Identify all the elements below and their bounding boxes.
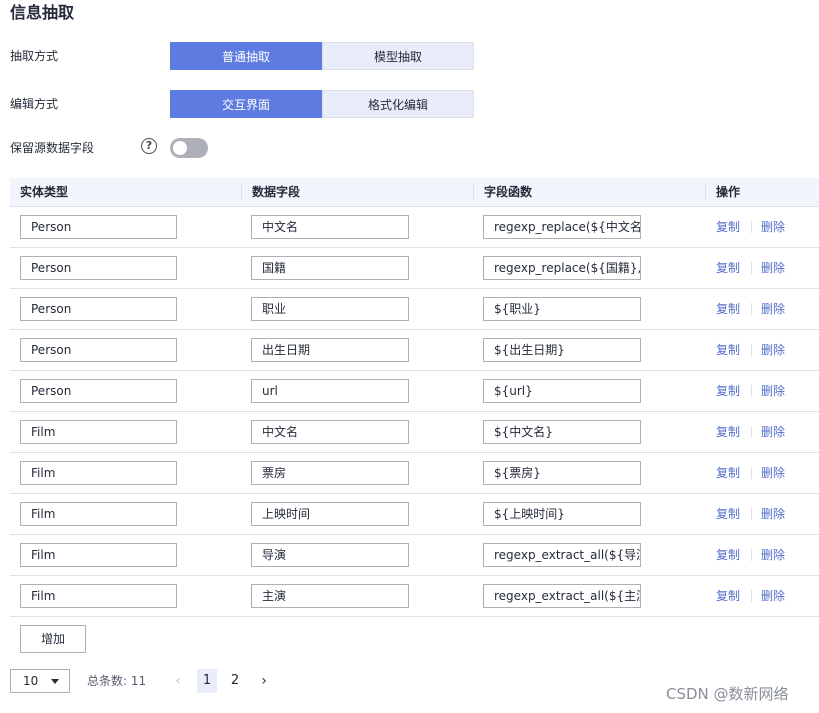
table-row: Person 出生日期 ${出生日期} 复制 删除 xyxy=(10,330,819,371)
action-divider xyxy=(751,590,752,602)
entity-type-input[interactable]: Film xyxy=(20,420,177,444)
entity-type-input[interactable]: Film xyxy=(20,584,177,608)
table-row: Film 中文名 ${中文名} 复制 删除 xyxy=(10,412,819,453)
table-row: Person url ${url} 复制 删除 xyxy=(10,371,819,412)
data-field-input[interactable]: 中文名 xyxy=(251,215,409,239)
copy-link[interactable]: 复制 xyxy=(716,424,740,440)
extract-mode-segmented: 普通抽取 模型抽取 xyxy=(170,42,474,70)
data-field-input[interactable]: 主演 xyxy=(251,584,409,608)
data-field-input[interactable]: 国籍 xyxy=(251,256,409,280)
field-function-input[interactable]: ${上映时间} xyxy=(483,502,641,526)
table-row: Film 上映时间 ${上映时间} 复制 删除 xyxy=(10,494,819,535)
copy-link[interactable]: 复制 xyxy=(716,383,740,399)
page-2-button[interactable]: 2 xyxy=(225,669,245,693)
data-field-input[interactable]: 出生日期 xyxy=(251,338,409,362)
delete-link[interactable]: 删除 xyxy=(761,547,785,563)
keep-source-toggle[interactable] xyxy=(170,138,208,158)
extract-mode-label: 抽取方式 xyxy=(10,49,59,63)
chevron-right-icon[interactable]: › xyxy=(254,669,274,693)
field-function-input[interactable]: regexp_extract_all(${主演 xyxy=(483,584,641,608)
table-row: Film 票房 ${票房} 复制 删除 xyxy=(10,453,819,494)
table-row: Person 国籍 regexp_replace(${国籍}, ' 复制 删除 xyxy=(10,248,819,289)
action-divider xyxy=(751,508,752,520)
entity-type-input[interactable]: Person xyxy=(20,215,177,239)
extract-mode-normal-button[interactable]: 普通抽取 xyxy=(170,42,322,70)
delete-link[interactable]: 删除 xyxy=(761,301,785,317)
edit-mode-interactive-button[interactable]: 交互界面 xyxy=(170,90,322,118)
action-divider xyxy=(751,426,752,438)
copy-link[interactable]: 复制 xyxy=(716,260,740,276)
copy-link[interactable]: 复制 xyxy=(716,588,740,604)
data-field-input[interactable]: 中文名 xyxy=(251,420,409,444)
edit-mode-segmented: 交互界面 格式化编辑 xyxy=(170,90,474,118)
field-function-input[interactable]: ${url} xyxy=(483,379,641,403)
field-function-input[interactable]: regexp_extract_all(${导演 xyxy=(483,543,641,567)
delete-link[interactable]: 删除 xyxy=(761,383,785,399)
watermark: CSDN @数新网络 xyxy=(666,685,789,703)
page-title: 信息抽取 xyxy=(10,3,75,22)
copy-link[interactable]: 复制 xyxy=(716,506,740,522)
data-field-input[interactable]: 票房 xyxy=(251,461,409,485)
header-actions: 操作 xyxy=(716,185,741,199)
table-row: Film 导演 regexp_extract_all(${导演 复制 删除 xyxy=(10,535,819,576)
copy-link[interactable]: 复制 xyxy=(716,301,740,317)
action-divider xyxy=(751,303,752,315)
entity-type-input[interactable]: Person xyxy=(20,338,177,362)
copy-link[interactable]: 复制 xyxy=(716,342,740,358)
page-size-value: 10 xyxy=(23,674,39,688)
entity-type-input[interactable]: Film xyxy=(20,461,177,485)
action-divider xyxy=(751,467,752,479)
entity-type-input[interactable]: Film xyxy=(20,543,177,567)
delete-link[interactable]: 删除 xyxy=(761,465,785,481)
action-divider xyxy=(751,262,752,274)
copy-link[interactable]: 复制 xyxy=(716,547,740,563)
extract-mode-model-button[interactable]: 模型抽取 xyxy=(322,42,474,70)
question-circle-icon[interactable]: ? xyxy=(141,138,157,154)
action-divider xyxy=(751,549,752,561)
copy-link[interactable]: 复制 xyxy=(716,219,740,235)
entity-type-input[interactable]: Film xyxy=(20,502,177,526)
delete-link[interactable]: 删除 xyxy=(761,219,785,235)
caret-down-icon xyxy=(51,679,59,684)
field-function-input[interactable]: regexp_replace(${国籍}, ' xyxy=(483,256,641,280)
delete-link[interactable]: 删除 xyxy=(761,424,785,440)
table-row: Film 主演 regexp_extract_all(${主演 复制 删除 xyxy=(10,576,819,617)
keep-source-label: 保留源数据字段 xyxy=(10,141,95,155)
header-entity-type: 实体类型 xyxy=(20,185,69,199)
delete-link[interactable]: 删除 xyxy=(761,588,785,604)
delete-link[interactable]: 删除 xyxy=(761,506,785,522)
field-function-input[interactable]: ${中文名} xyxy=(483,420,641,444)
field-function-input[interactable]: regexp_replace(${中文名}, xyxy=(483,215,641,239)
page-size-select[interactable]: 10 xyxy=(10,669,70,693)
data-field-input[interactable]: 职业 xyxy=(251,297,409,321)
toggle-knob xyxy=(173,141,187,155)
entity-type-input[interactable]: Person xyxy=(20,297,177,321)
data-field-input[interactable]: 导演 xyxy=(251,543,409,567)
action-divider xyxy=(751,344,752,356)
table-row: Person 中文名 regexp_replace(${中文名}, 复制 删除 xyxy=(10,207,819,248)
copy-link[interactable]: 复制 xyxy=(716,465,740,481)
field-function-input[interactable]: ${职业} xyxy=(483,297,641,321)
table-row: Person 职业 ${职业} 复制 删除 xyxy=(10,289,819,330)
delete-link[interactable]: 删除 xyxy=(761,260,785,276)
entity-type-input[interactable]: Person xyxy=(20,256,177,280)
edit-mode-label: 编辑方式 xyxy=(10,97,59,111)
field-function-input[interactable]: ${出生日期} xyxy=(483,338,641,362)
delete-link[interactable]: 删除 xyxy=(761,342,785,358)
info-extract-panel: 信息抽取 抽取方式 普通抽取 模型抽取 编辑方式 交互界面 格式化编辑 保留源数… xyxy=(0,0,819,713)
field-function-input[interactable]: ${票房} xyxy=(483,461,641,485)
add-row-button[interactable]: 增加 xyxy=(20,625,86,653)
header-data-field: 数据字段 xyxy=(252,185,301,199)
entity-type-input[interactable]: Person xyxy=(20,379,177,403)
chevron-left-icon[interactable]: ‹ xyxy=(168,669,188,693)
data-field-input[interactable]: url xyxy=(251,379,409,403)
page-1-button[interactable]: 1 xyxy=(197,669,217,693)
edit-mode-format-button[interactable]: 格式化编辑 xyxy=(322,90,474,118)
header-field-function: 字段函数 xyxy=(484,185,533,199)
data-field-input[interactable]: 上映时间 xyxy=(251,502,409,526)
total-count: 总条数: 11 xyxy=(87,674,147,688)
table-header: 实体类型 数据字段 字段函数 操作 xyxy=(10,178,819,207)
action-divider xyxy=(751,221,752,233)
action-divider xyxy=(751,385,752,397)
